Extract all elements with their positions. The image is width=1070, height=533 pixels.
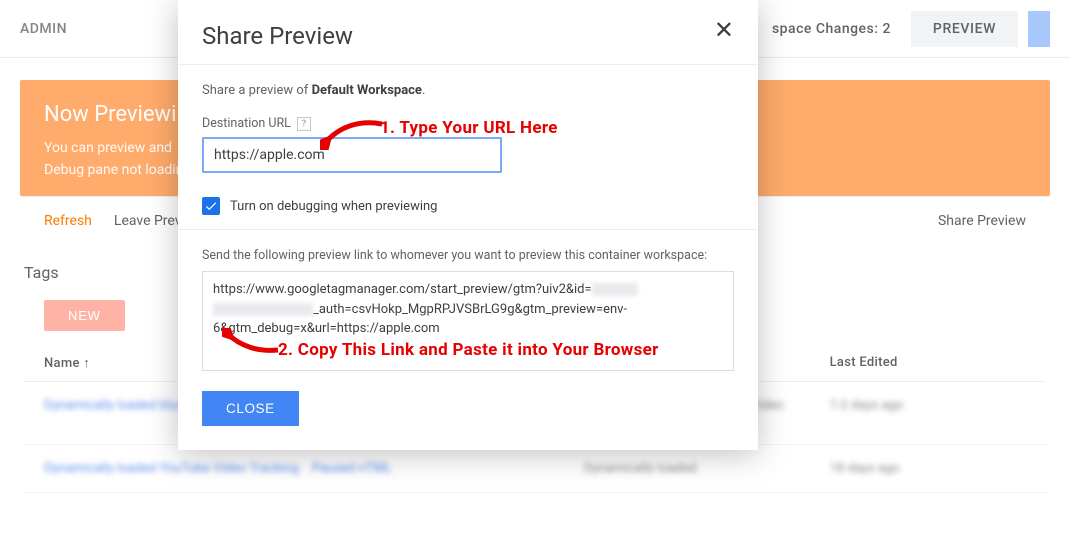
send-link-label: Send the following preview link to whome…	[202, 248, 734, 263]
debug-checkbox[interactable]	[202, 197, 220, 215]
share-preview-description: Share a preview of Default Workspace.	[202, 83, 734, 98]
debug-checkbox-label: Turn on debugging when previewing	[230, 199, 438, 214]
preview-link-textarea[interactable]: https://www.googletagmanager.com/start_p…	[202, 271, 734, 371]
close-button[interactable]: CLOSE	[202, 391, 299, 426]
destination-url-label: Destination URL ?	[202, 116, 734, 131]
help-icon[interactable]: ?	[297, 117, 311, 131]
close-icon[interactable]: ✕	[714, 18, 734, 42]
check-icon	[204, 199, 218, 213]
destination-url-input[interactable]	[202, 137, 502, 173]
modal-title: Share Preview	[202, 22, 714, 50]
share-preview-modal: Share Preview ✕ Share a preview of Defau…	[178, 0, 758, 450]
